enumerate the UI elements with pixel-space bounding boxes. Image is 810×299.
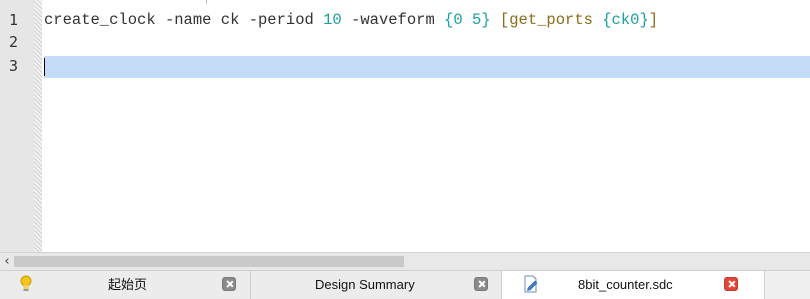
close-icon[interactable] [474,277,488,291]
tab-label: 起始页 [108,277,148,292]
close-icon[interactable] [724,277,738,291]
line-number-1: 1 [9,11,19,29]
scroll-left-arrow-icon[interactable]: ‹ [0,253,14,270]
get-ports-token: get_ports [509,11,593,29]
line-number-3: 3 [9,57,19,75]
scrollbar-thumb[interactable] [14,256,404,267]
code-line-3-current[interactable] [44,56,810,78]
name-value-token: ck [220,11,240,29]
name-flag-token: -name [164,11,212,29]
tab-label: Design Summary [315,277,415,292]
file-edit-icon [523,275,539,298]
tab-label: 8bit_counter.sdc [578,277,673,292]
tab-start-page[interactable]: 起始页 [0,271,251,299]
close-icon[interactable] [222,277,236,291]
bracket-open-token: [ [499,11,510,29]
bracket-close-token: ] [648,11,659,29]
ports-value-token: {ck0} [602,11,649,29]
fold-margin [34,0,42,252]
waveform-flag-token: -waveform [351,11,435,29]
code-editor[interactable]: 1 2 3 create_clock -name ck -period 10 -… [0,0,810,252]
tab-8bit-counter-sdc[interactable]: 8bit_counter.sdc [502,271,765,299]
horizontal-scrollbar[interactable]: ‹ [0,252,810,270]
code-line-1[interactable]: create_clock -name ck -period 10 -wavefo… [44,9,810,31]
line-number-2: 2 [9,33,19,51]
text-caret [44,58,45,76]
line-number-gutter: 1 2 3 [0,0,34,252]
ruler-mark [206,0,207,4]
period-flag-token: -period [248,11,314,29]
lightbulb-icon [20,275,32,298]
tab-design-summary[interactable]: Design Summary [251,271,502,299]
waveform-value-token: {0 5} [444,11,491,29]
document-tab-bar: 起始页 Design Summary 8bit_counter.sdc [0,270,810,299]
period-value-token: 10 [323,11,342,29]
code-line-2[interactable] [44,32,810,54]
command-token: create_clock [44,11,156,29]
